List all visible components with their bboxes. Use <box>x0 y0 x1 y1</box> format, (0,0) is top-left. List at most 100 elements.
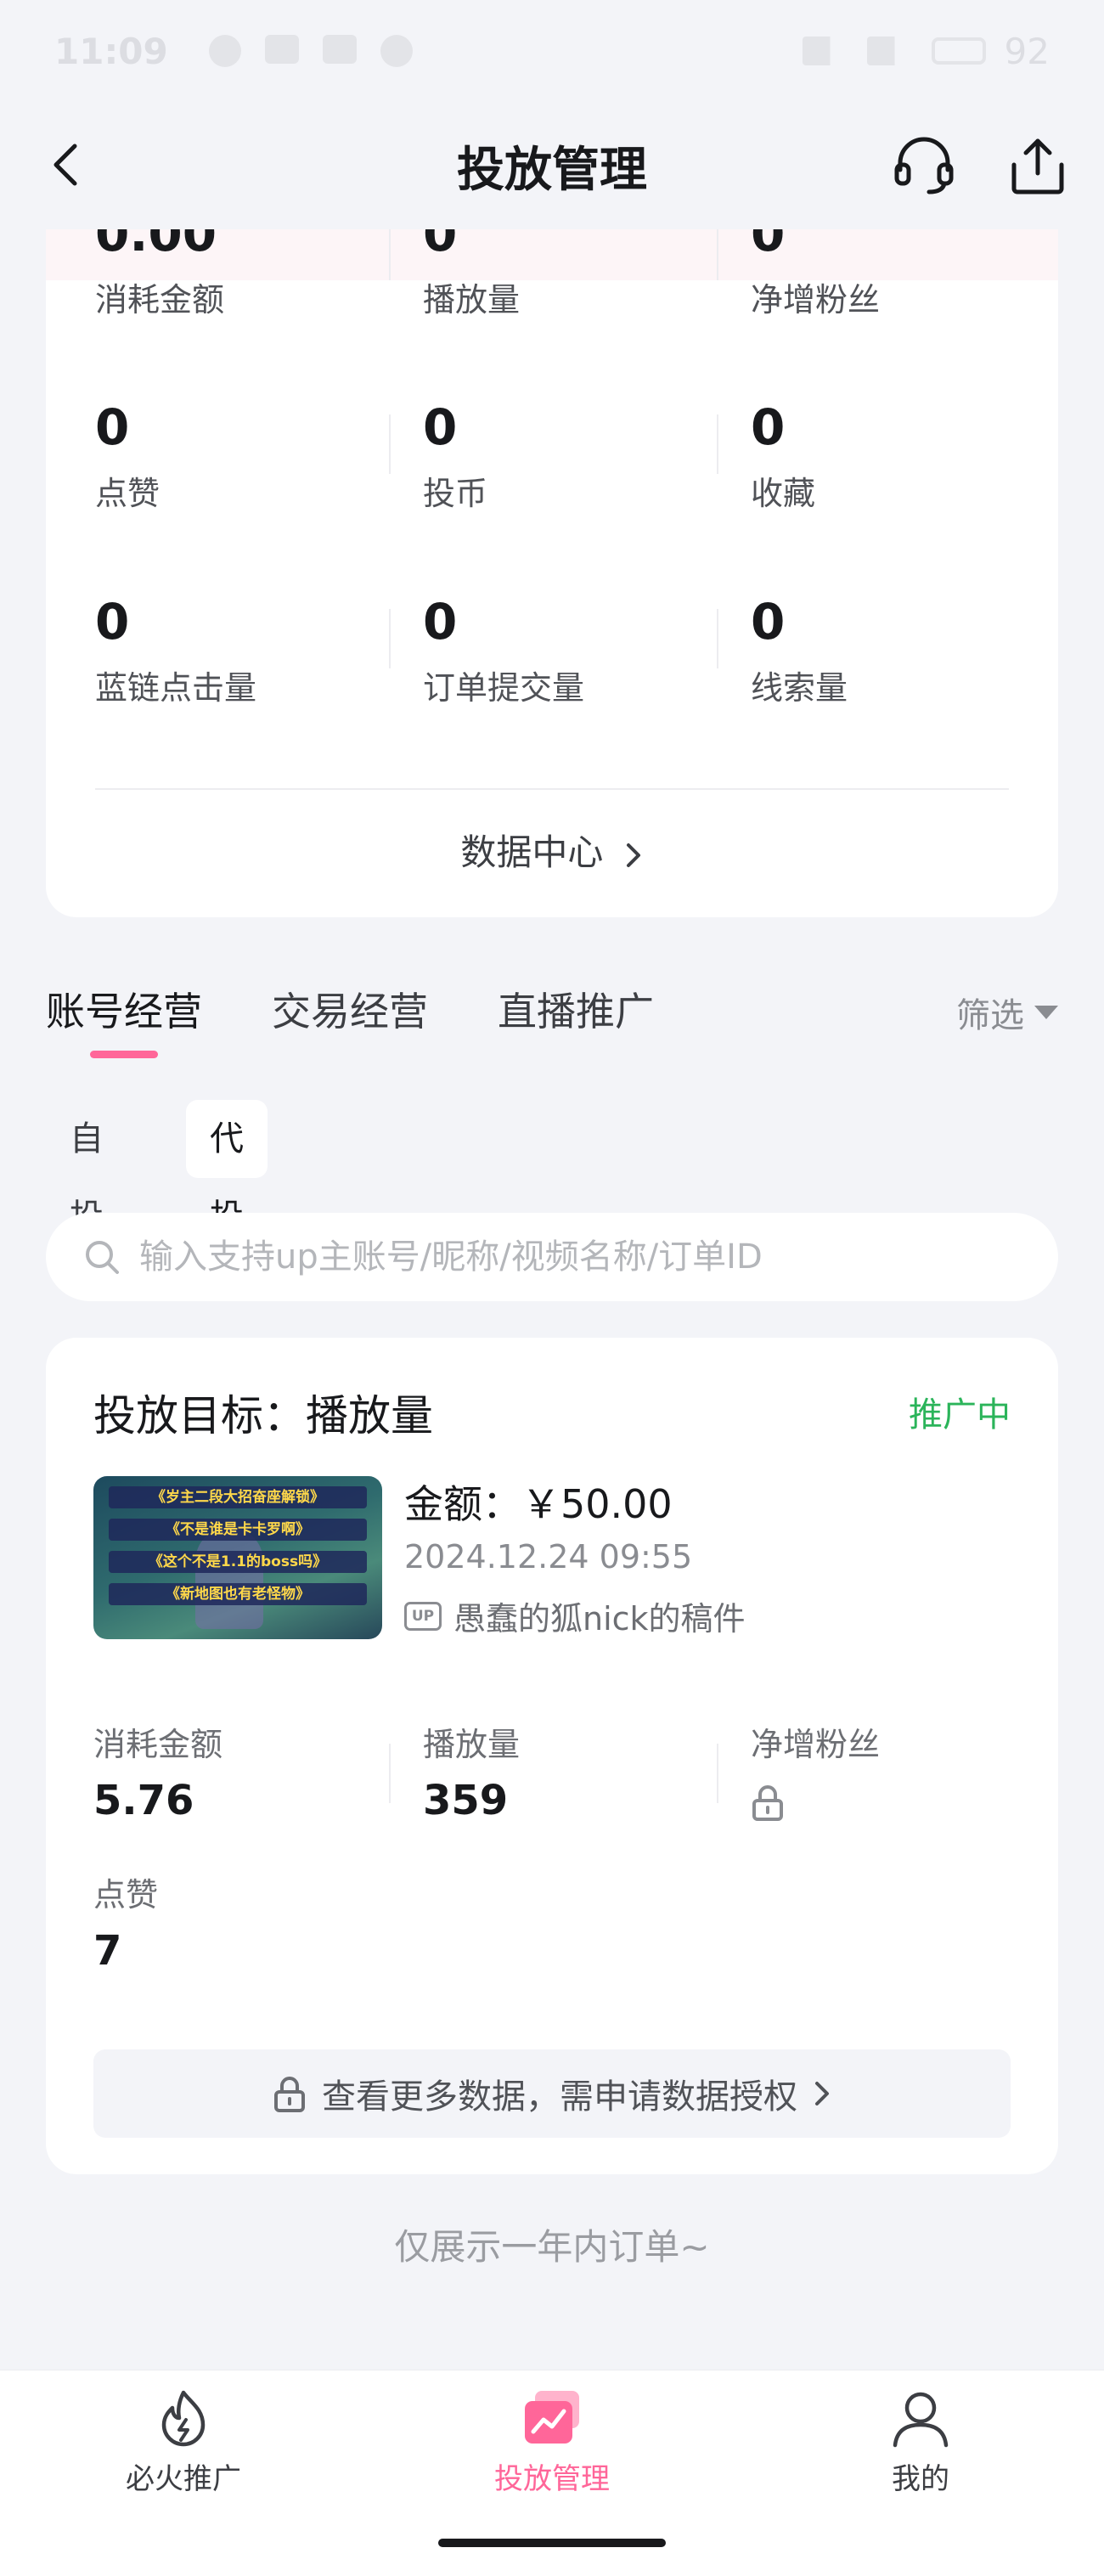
lock-icon <box>752 1785 783 1821</box>
order-goal: 投放目标：播放量 <box>93 1391 433 1440</box>
share-icon[interactable] <box>1005 136 1070 197</box>
chevron-right-icon <box>815 2082 829 2105</box>
data-center-label: 数据中心 <box>460 831 604 873</box>
tab-account-operations[interactable]: 账号经营 <box>46 981 202 1037</box>
stat-label: 消耗金额 <box>95 281 225 318</box>
stat-label: 点赞 <box>95 475 161 512</box>
bottom-nav-bar: 必火推广 投放管理 我的 <box>0 2370 1104 2576</box>
status-badge: 推广中 <box>909 1395 1011 1435</box>
app-notification-icon <box>264 35 299 64</box>
order-stat-label: 播放量 <box>423 1726 521 1763</box>
notification-dot-icon <box>208 35 241 67</box>
flame-icon <box>161 2390 206 2447</box>
category-tabs: 账号经营 交易经营 直播推广 筛选 <box>46 981 1058 1066</box>
stat-order-submissions: 0 订单提交量 <box>423 592 746 708</box>
stat-leads: 0 线索量 <box>751 592 1058 708</box>
tab-transaction-operations[interactable]: 交易经营 <box>272 981 428 1037</box>
bottom-nav-profile[interactable]: 我的 <box>793 2387 1048 2497</box>
shield-icon <box>380 35 413 67</box>
request-data-access-label: 查看更多数据，需申请数据授权 <box>322 2077 797 2117</box>
chevron-right-icon <box>626 843 640 867</box>
stat-label: 收藏 <box>751 475 816 512</box>
search-bar[interactable] <box>46 1213 1058 1301</box>
summary-stats-card: 0.00 消耗金额 0 播放量 0 净增粉丝 0 点赞 0 投币 0 收藏 0 <box>46 170 1058 917</box>
stat-divider <box>717 1744 718 1803</box>
filter-button[interactable]: 筛选 <box>956 988 1058 1037</box>
order-amount: 金额：￥50.00 <box>404 1481 673 1527</box>
signal-icon-2 <box>866 37 913 65</box>
thumbnail-caption: 《新地图也有老怪物》 <box>109 1583 367 1605</box>
search-icon <box>86 1241 119 1274</box>
order-stat-likes: 点赞 7 <box>93 1869 158 1975</box>
bottom-nav-label: 必火推广 <box>126 2462 241 2496</box>
stat-value: 0 <box>751 593 786 651</box>
home-indicator[interactable] <box>438 2539 666 2547</box>
uploader-row: UP 愚蠢的狐nick的稿件 <box>404 1592 746 1639</box>
bottom-nav-label: 我的 <box>892 2462 949 2496</box>
subtab-agent-delivery[interactable]: 代投 <box>186 1100 268 1237</box>
stat-label: 蓝链点击量 <box>95 669 257 707</box>
footer-note: 仅展示一年内订单~ <box>394 2226 710 2268</box>
order-card[interactable]: 投放目标：播放量 推广中 《岁主二段大招奋座解锁》 《不是谁是卡卡罗啊》 《这个… <box>46 1338 1058 2174</box>
search-input[interactable] <box>139 1237 989 1277</box>
stat-divider <box>389 414 391 474</box>
user-icon <box>893 2392 949 2448</box>
page-title: 投放管理 <box>457 142 647 198</box>
filter-label: 筛选 <box>956 996 1024 1035</box>
order-stat-value: 359 <box>423 1777 509 1824</box>
status-icons <box>208 35 413 67</box>
stat-divider <box>717 414 718 474</box>
bottom-nav-delivery-management[interactable]: 投放管理 <box>425 2387 679 2497</box>
stat-divider <box>717 221 718 280</box>
stat-favorites: 0 收藏 <box>751 397 1058 514</box>
stat-bluelink-clicks: 0 蓝链点击量 <box>95 592 418 708</box>
thumbnail-figure <box>195 1527 263 1629</box>
order-date: 2024.12.24 09:55 <box>404 1538 693 1575</box>
stat-divider <box>389 221 391 280</box>
stat-label: 投币 <box>423 475 488 512</box>
stat-label: 播放量 <box>423 281 521 318</box>
stat-value: 0 <box>423 398 458 456</box>
customer-service-icon[interactable] <box>892 136 956 197</box>
back-arrow-icon[interactable] <box>42 139 93 190</box>
stat-value: 0 <box>95 398 130 456</box>
signal-icon <box>802 37 848 65</box>
data-center-link[interactable]: 数据中心 <box>46 824 1058 876</box>
stat-likes: 0 点赞 <box>95 397 418 514</box>
order-stat-label: 净增粉丝 <box>751 1726 881 1763</box>
status-bar: 11:09 92 <box>0 0 1104 102</box>
stat-label: 线索量 <box>751 669 848 707</box>
stat-value: 0 <box>95 593 130 651</box>
subtab-self-delivery[interactable]: 自投 <box>46 1100 127 1237</box>
battery-level: 92 <box>1004 30 1050 72</box>
stat-divider <box>389 609 391 668</box>
order-stat-cost: 消耗金额 5.76 <box>93 1718 222 1824</box>
order-stat-value: 5.76 <box>93 1777 194 1824</box>
stat-label: 订单提交量 <box>423 669 585 707</box>
order-stat-label: 点赞 <box>93 1876 159 1914</box>
stat-coins: 0 投币 <box>423 397 746 514</box>
stat-value: 0 <box>423 593 458 651</box>
stat-value: 0 <box>751 398 786 456</box>
tab-live-promotion[interactable]: 直播推广 <box>498 981 654 1037</box>
top-nav-bar: 投放管理 <box>0 102 1104 229</box>
up-badge-icon: UP <box>404 1601 442 1631</box>
thumbnail-caption: 《岁主二段大招奋座解锁》 <box>109 1486 367 1508</box>
order-stat-followers: 净增粉丝 <box>751 1718 880 1824</box>
divider <box>95 788 1009 790</box>
caret-down-icon <box>1034 1006 1058 1019</box>
thumbnail-caption: 《这个不是1.1的boss吗》 <box>109 1551 367 1573</box>
active-tab-indicator <box>90 1051 158 1058</box>
thumbnail-caption: 《不是谁是卡卡罗啊》 <box>109 1519 367 1541</box>
uploader-name: 愚蠢的狐nick的稿件 <box>453 1600 746 1637</box>
order-stat-label: 消耗金额 <box>93 1726 223 1763</box>
request-data-access-button[interactable]: 查看更多数据，需申请数据授权 <box>93 2049 1011 2138</box>
order-stat-value: 7 <box>93 1927 122 1975</box>
status-time: 11:09 <box>54 30 168 72</box>
bottom-nav-promotion[interactable]: 必火推广 <box>56 2387 311 2497</box>
video-thumbnail[interactable]: 《岁主二段大招奋座解锁》 《不是谁是卡卡罗啊》 《这个不是1.1的boss吗》 … <box>93 1476 382 1639</box>
stat-divider <box>717 609 718 668</box>
mail-icon <box>322 35 357 64</box>
stat-label: 净增粉丝 <box>751 281 881 318</box>
battery-icon <box>931 37 986 65</box>
